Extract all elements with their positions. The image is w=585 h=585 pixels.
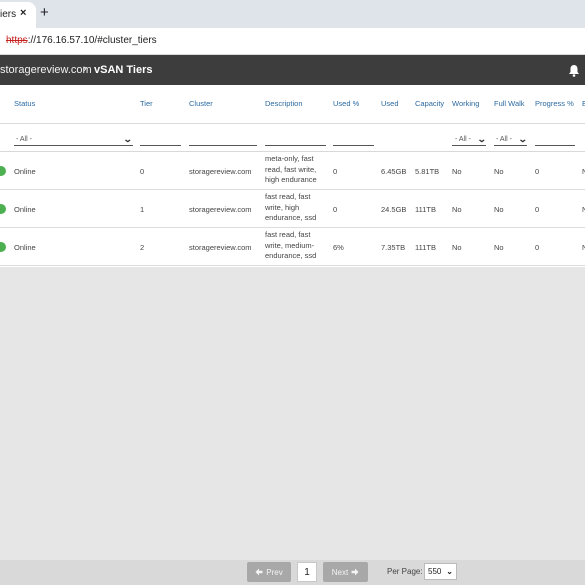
cell-working: No <box>452 205 462 214</box>
column-header-used-pct[interactable]: Used % <box>333 99 359 108</box>
cell-description: meta-only, fast read, fast write, high e… <box>265 154 317 184</box>
chevron-down-icon: ⌄ <box>446 567 453 576</box>
tab-title: iers <box>0 9 17 20</box>
table-row[interactable]: Online 1 storagereview.com fast read, fa… <box>0 190 585 228</box>
header-divider <box>0 123 585 124</box>
cell-tier: 2 <box>140 243 145 252</box>
cell-capacity: 5.81TB <box>415 167 440 176</box>
table-row[interactable]: Online 0 storagereview.com meta-only, fa… <box>0 152 585 190</box>
column-header-used[interactable]: Used <box>381 99 399 108</box>
status-filter-underline <box>14 145 133 146</box>
cell-used-pct: 6% <box>333 243 344 252</box>
page-title: vSAN Tiers <box>94 64 153 76</box>
status-filter-select[interactable]: - All - ⌄ <box>16 133 134 145</box>
cell-full-walk: No <box>494 167 504 176</box>
current-page-input[interactable]: 1 <box>297 562 317 582</box>
cell-tier: 1 <box>140 205 145 214</box>
full-walk-filter-value: - All - <box>496 135 512 143</box>
cell-cluster: storagereview.com <box>189 243 252 252</box>
column-header-progress[interactable]: Progress % <box>535 99 574 108</box>
browser-tab-bar: iers × + <box>0 0 585 28</box>
chevron-down-icon: ⌄ <box>477 133 488 144</box>
cell-tier: 0 <box>140 167 145 176</box>
address-bar[interactable]: https://176.16.57.10/#cluster_tiers <box>0 28 585 55</box>
url-scheme: https <box>6 35 28 46</box>
cell-working: No <box>452 243 462 252</box>
cell-status: Online <box>14 167 36 176</box>
browser-tab[interactable]: iers × <box>0 2 36 28</box>
per-page-select[interactable]: 550 ⌄ <box>424 563 457 580</box>
cell-cluster: storagereview.com <box>189 205 252 214</box>
next-label: Next <box>331 567 349 577</box>
url-text[interactable]: https://176.16.57.10/#cluster_tiers <box>6 35 157 46</box>
cell-used: 7.35TB <box>381 243 406 252</box>
cell-used-pct: 0 <box>333 167 338 176</box>
per-page-label: Per Page: <box>387 567 423 576</box>
breadcrumb-separator: › <box>83 63 87 75</box>
column-header-cluster[interactable]: Cluster <box>189 99 213 108</box>
per-page-value: 550 <box>428 567 442 576</box>
cell-progress: 0 <box>535 205 540 214</box>
cell-working: No <box>452 167 462 176</box>
column-header-full-walk[interactable]: Full Walk <box>494 99 525 108</box>
bell-icon[interactable] <box>568 64 580 77</box>
column-header-status[interactable]: Status <box>14 99 35 108</box>
working-filter-select[interactable]: - All - ⌄ <box>455 133 488 145</box>
column-header-tier[interactable]: Tier <box>140 99 153 108</box>
arrow-right-icon <box>351 568 359 576</box>
status-online-indicator <box>0 204 6 214</box>
cell-description: fast read, fast write, medium-endurance,… <box>265 230 317 260</box>
breadcrumb-site[interactable]: storagereview.com <box>0 64 92 76</box>
used-pct-filter-input[interactable] <box>333 145 374 146</box>
tier-filter-input[interactable] <box>140 145 181 146</box>
cluster-filter-input[interactable] <box>189 145 257 146</box>
cell-used: 24.5GB <box>381 205 407 214</box>
progress-filter-input[interactable] <box>535 145 575 146</box>
pagination-bar: Prev 1 Next Per Page: 550 ⌄ <box>0 560 585 585</box>
cell-used-pct: 0 <box>333 205 338 214</box>
new-tab-button[interactable]: + <box>40 4 49 21</box>
cell-status: Online <box>14 243 36 252</box>
chevron-down-icon: ⌄ <box>123 133 134 144</box>
working-filter-underline <box>452 145 486 146</box>
cell-description: fast read, fast write, high endurance, s… <box>265 192 317 222</box>
cell-cluster: storagereview.com <box>189 167 252 176</box>
working-filter-value: - All - <box>455 135 471 143</box>
next-page-button[interactable]: Next <box>323 562 368 582</box>
cell-progress: 0 <box>535 243 540 252</box>
tab-close-icon[interactable]: × <box>20 7 26 19</box>
cell-capacity: 111TB <box>415 205 436 214</box>
full-walk-filter-select[interactable]: - All - ⌄ <box>496 133 529 145</box>
table-row[interactable]: Online 2 storagereview.com fast read, fa… <box>0 228 585 266</box>
status-online-indicator <box>0 242 6 252</box>
tiers-table: Status Tier Cluster Description Used % U… <box>0 85 585 267</box>
cell-used: 6.45GB <box>381 167 407 176</box>
cell-status: Online <box>14 205 36 214</box>
cell-progress: 0 <box>535 167 540 176</box>
full-walk-filter-underline <box>494 145 527 146</box>
cell-capacity: 111TB <box>415 243 436 252</box>
prev-label: Prev <box>266 567 283 577</box>
column-header-description[interactable]: Description <box>265 99 303 108</box>
status-online-indicator <box>0 166 6 176</box>
chevron-down-icon: ⌄ <box>518 133 529 144</box>
description-filter-input[interactable] <box>265 145 326 146</box>
status-filter-value: - All - <box>16 135 32 143</box>
column-header-capacity[interactable]: Capacity <box>415 99 444 108</box>
app-header: storagereview.com › vSAN Tiers <box>0 55 585 85</box>
cell-full-walk: No <box>494 243 504 252</box>
url-path: ://176.16.57.10/#cluster_tiers <box>27 35 157 46</box>
arrow-left-icon <box>255 568 263 576</box>
prev-page-button[interactable]: Prev <box>247 562 291 582</box>
cell-full-walk: No <box>494 205 504 214</box>
column-header-working[interactable]: Working <box>452 99 479 108</box>
